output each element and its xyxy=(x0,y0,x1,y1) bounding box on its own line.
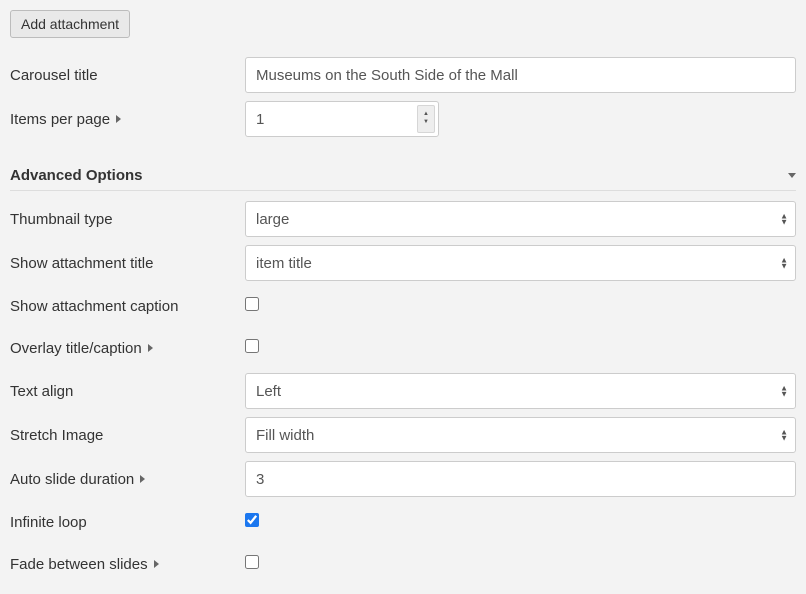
label-show-attachment-caption: Show attachment caption xyxy=(10,298,245,315)
row-fade-between-slides: Fade between slides xyxy=(10,543,796,585)
label-fade-between-slides: Fade between slides xyxy=(10,556,245,573)
text-align-select[interactable]: Left xyxy=(245,373,796,409)
label-thumbnail-type: Thumbnail type xyxy=(10,211,245,228)
row-infinite-loop: Infinite loop xyxy=(10,501,796,543)
caret-down-icon xyxy=(788,173,796,178)
label-carousel-title: Carousel title xyxy=(10,67,245,84)
overlay-title-caption-checkbox[interactable] xyxy=(245,339,259,353)
row-text-align: Text align Left ▲▼ xyxy=(10,369,796,413)
form-container: Add attachment Carousel title Items per … xyxy=(0,0,806,585)
auto-slide-duration-input[interactable] xyxy=(245,461,796,497)
items-per-page-input[interactable] xyxy=(245,101,439,137)
show-attachment-caption-checkbox[interactable] xyxy=(245,297,259,311)
caret-right-icon xyxy=(116,115,121,123)
label-text-align: Text align xyxy=(10,383,245,400)
thumbnail-type-select[interactable]: large xyxy=(245,201,796,237)
advanced-options-header[interactable]: Advanced Options xyxy=(10,161,796,191)
label-items-per-page: Items per page xyxy=(10,111,245,128)
label-overlay-title-caption: Overlay title/caption xyxy=(10,340,245,357)
row-items-per-page: Items per page ▲▼ xyxy=(10,97,796,141)
caret-right-icon xyxy=(140,475,145,483)
stepper-icon[interactable]: ▲▼ xyxy=(417,105,435,133)
row-overlay-title-caption: Overlay title/caption xyxy=(10,327,796,369)
label-show-attachment-title: Show attachment title xyxy=(10,255,245,272)
fade-between-slides-checkbox[interactable] xyxy=(245,555,259,569)
row-thumbnail-type: Thumbnail type large ▲▼ xyxy=(10,197,796,241)
label-auto-slide-duration: Auto slide duration xyxy=(10,471,245,488)
show-attachment-title-select[interactable]: item title xyxy=(245,245,796,281)
add-attachment-button[interactable]: Add attachment xyxy=(10,10,130,38)
label-overlay-title-caption-text: Overlay title/caption xyxy=(10,340,142,357)
label-fade-between-slides-text: Fade between slides xyxy=(10,556,148,573)
advanced-options-title: Advanced Options xyxy=(10,167,143,184)
infinite-loop-checkbox[interactable] xyxy=(245,513,259,527)
caret-right-icon xyxy=(154,560,159,568)
advanced-options-body: Thumbnail type large ▲▼ Show attachment … xyxy=(10,191,796,585)
label-stretch-image: Stretch Image xyxy=(10,427,245,444)
row-show-attachment-title: Show attachment title item title ▲▼ xyxy=(10,241,796,285)
row-stretch-image: Stretch Image Fill width ▲▼ xyxy=(10,413,796,457)
caret-right-icon xyxy=(148,344,153,352)
label-infinite-loop: Infinite loop xyxy=(10,514,245,531)
row-show-attachment-caption: Show attachment caption xyxy=(10,285,796,327)
carousel-title-input[interactable] xyxy=(245,57,796,93)
stretch-image-select[interactable]: Fill width xyxy=(245,417,796,453)
row-carousel-title: Carousel title xyxy=(10,53,796,97)
label-auto-slide-duration-text: Auto slide duration xyxy=(10,471,134,488)
label-items-per-page-text: Items per page xyxy=(10,111,110,128)
row-auto-slide-duration: Auto slide duration xyxy=(10,457,796,501)
